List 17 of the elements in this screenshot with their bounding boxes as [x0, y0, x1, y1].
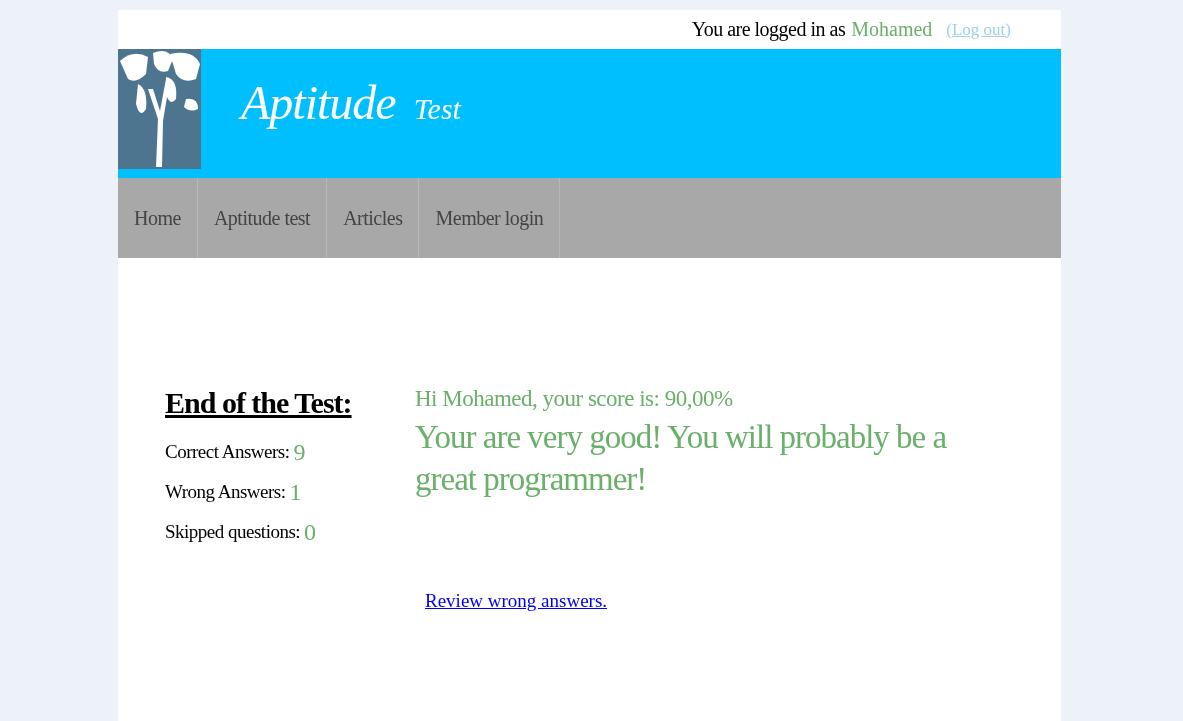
- site-subtitle: Test: [413, 92, 461, 126]
- username: Mohamed: [851, 18, 933, 41]
- review-link[interactable]: Review wrong answers.: [425, 590, 608, 612]
- nav-item[interactable]: Home: [118, 178, 198, 258]
- nav-item[interactable]: Member login: [419, 178, 561, 258]
- verdict-text: Your are very good! You will probably be a great programmer!: [415, 418, 948, 499]
- stat-value: 9: [293, 438, 305, 466]
- stat-label: Skipped questions:: [165, 521, 301, 543]
- nav-item[interactable]: Aptitude test: [197, 178, 328, 258]
- nav-item[interactable]: Articles: [327, 178, 420, 258]
- stat-label: Correct Answers:: [165, 441, 290, 463]
- login-status: You are logged in as: [691, 18, 846, 41]
- score-text: Hi Mohamed, your score is: 90,00%: [415, 386, 734, 412]
- stat-label: Wrong Answers:: [165, 481, 286, 503]
- stat-value: 1: [289, 478, 301, 506]
- stat-value: 0: [304, 518, 316, 546]
- results-heading: End of the Test:: [165, 386, 353, 420]
